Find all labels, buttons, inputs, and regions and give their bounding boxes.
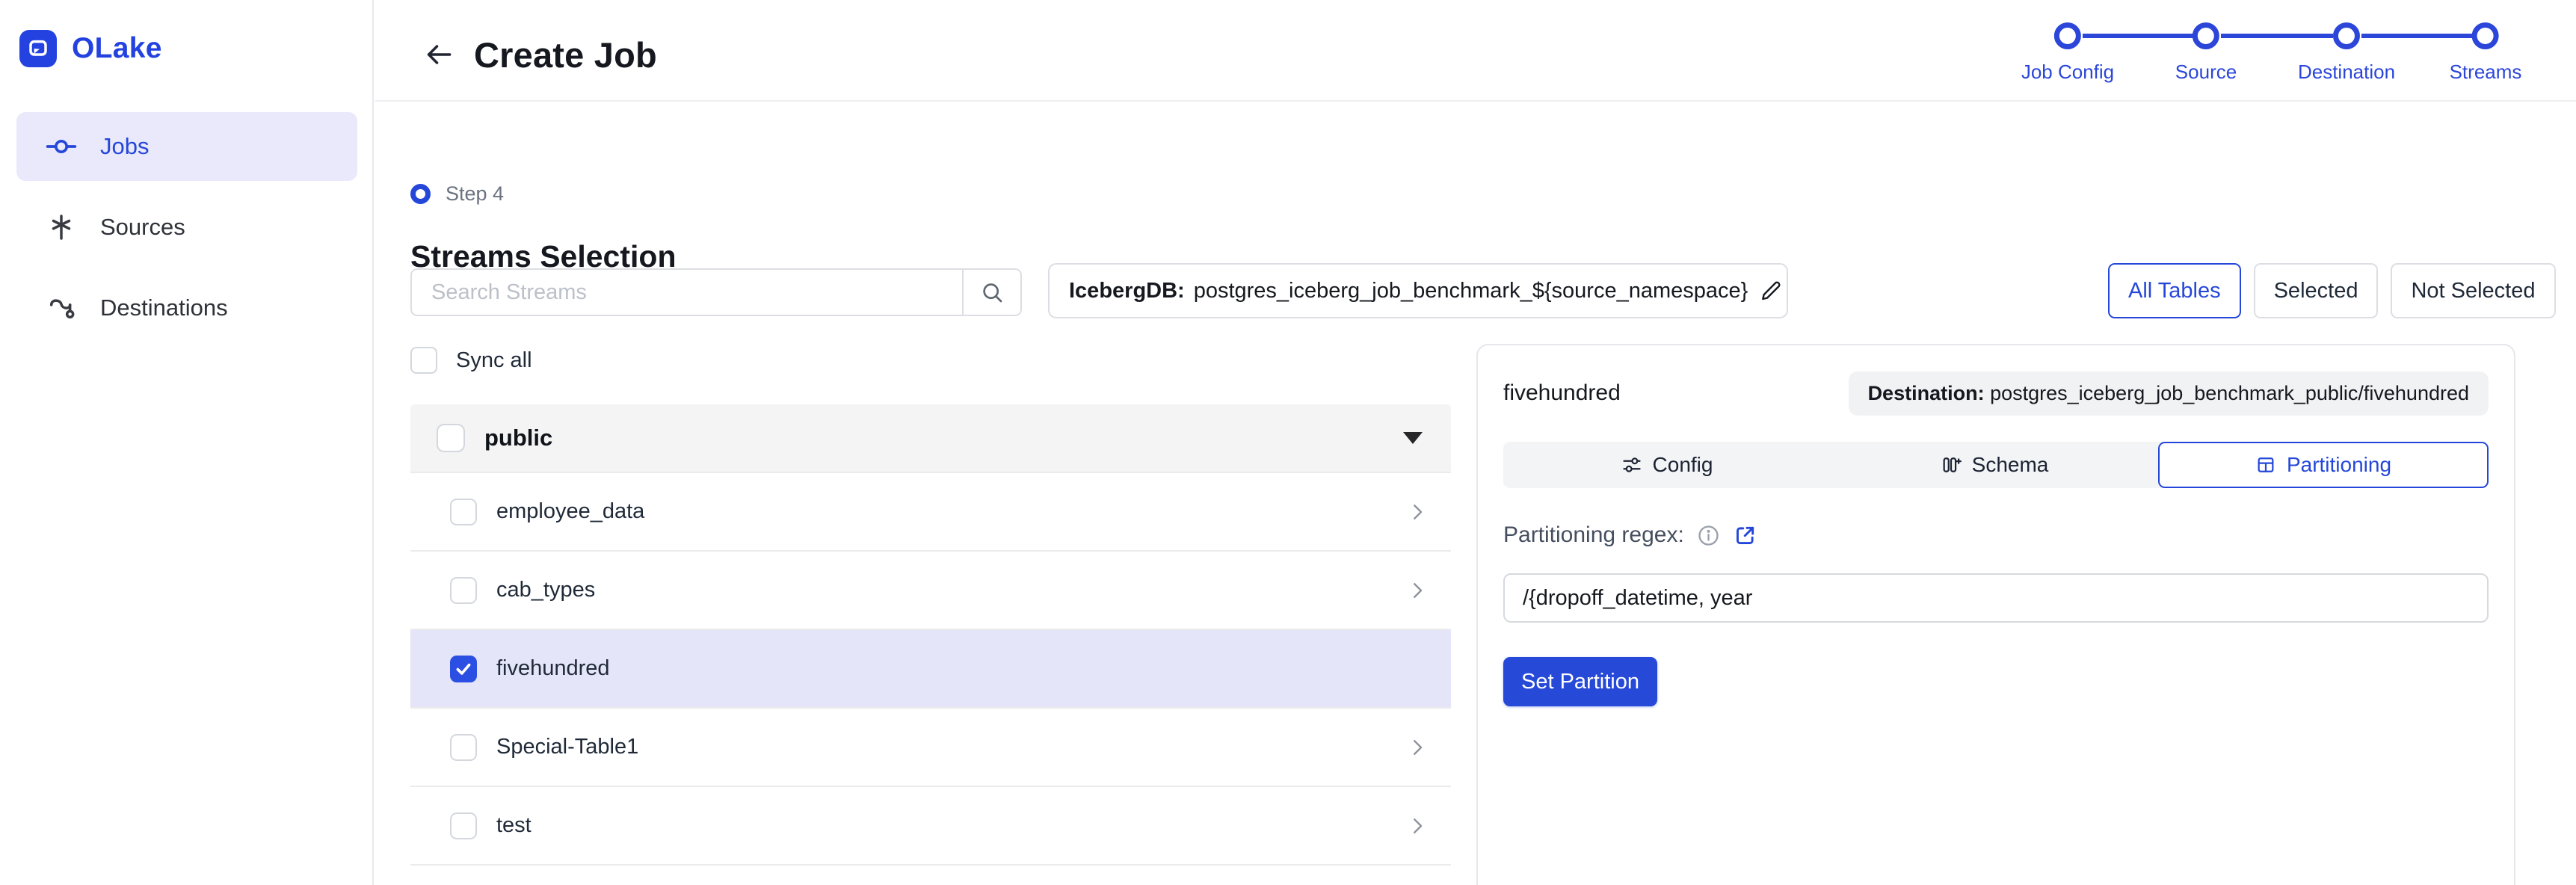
stream-name: cab_types xyxy=(496,578,595,602)
schema-group-checkbox[interactable] xyxy=(437,424,465,452)
stream-row-cab-types[interactable]: cab_types xyxy=(410,550,1451,629)
filter-all-tables-button[interactable]: All Tables xyxy=(2108,263,2241,318)
step-dot-icon xyxy=(2472,22,2499,49)
stream-detail-panel: fivehundred Destination: postgres_iceber… xyxy=(1476,344,2515,885)
partitioning-regex-input[interactable] xyxy=(1503,573,2489,623)
tab-label: Config xyxy=(1653,453,1713,477)
search-input[interactable] xyxy=(412,270,962,315)
tab-label: Schema xyxy=(1972,453,2049,477)
page-header: Create Job Job Config Source Destination… xyxy=(375,0,2576,102)
step-dot-icon xyxy=(2054,22,2081,49)
detail-header: fivehundred Destination: postgres_iceber… xyxy=(1503,372,2489,414)
stream-search-box xyxy=(410,268,1022,316)
schema-group-name: public xyxy=(484,425,552,451)
stream-row-fivehundred[interactable]: fivehundred xyxy=(410,629,1451,707)
tab-schema[interactable]: Schema xyxy=(1831,442,2158,488)
detail-stream-name: fivehundred xyxy=(1503,380,1621,406)
stream-checkbox[interactable] xyxy=(450,734,477,761)
olake-logo-icon xyxy=(19,30,57,67)
stream-name: Special-Table1 xyxy=(496,735,638,759)
step-label: Streams xyxy=(2450,61,2522,84)
step-indicator: Step 4 xyxy=(410,182,504,206)
sidebar-item-label: Destinations xyxy=(100,295,228,321)
stepper-step-job-config[interactable]: Job Config xyxy=(2021,22,2114,84)
iceberg-namespace-field[interactable]: IcebergDB: postgres_iceberg_job_benchmar… xyxy=(1048,263,1788,318)
partitioning-regex-row: Partitioning regex: xyxy=(1503,522,2489,548)
tab-partitioning[interactable]: Partitioning xyxy=(2158,442,2489,488)
filter-selected-button[interactable]: Selected xyxy=(2254,263,2379,318)
chevron-right-icon[interactable] xyxy=(1406,579,1429,602)
page-title: Create Job xyxy=(474,34,657,75)
search-button[interactable] xyxy=(962,270,1020,315)
stream-checkbox[interactable] xyxy=(450,577,477,604)
namespace-value: postgres_iceberg_job_benchmark_${source_… xyxy=(1194,279,1748,303)
destination-badge-value: postgres_iceberg_job_benchmark_public/fi… xyxy=(1985,382,2469,404)
stream-list: public employee_data cab_types fivehundr… xyxy=(410,404,1451,881)
stream-checkbox-checked[interactable] xyxy=(450,656,477,682)
chevron-right-icon[interactable] xyxy=(1406,815,1429,837)
filter-not-selected-button[interactable]: Not Selected xyxy=(2391,263,2555,318)
stream-row-test[interactable]: test xyxy=(410,786,1451,864)
partitioning-regex-label: Partitioning regex: xyxy=(1503,522,1684,548)
sync-all-checkbox[interactable] xyxy=(410,347,437,374)
brand-name: OLake xyxy=(72,32,162,65)
set-partition-button[interactable]: Set Partition xyxy=(1503,657,1657,706)
stream-row-partial xyxy=(410,864,1451,881)
stream-name: test xyxy=(496,813,531,838)
sidebar-item-label: Sources xyxy=(100,214,185,241)
chevron-right-icon[interactable] xyxy=(1406,736,1429,759)
sync-all-row: Sync all xyxy=(410,347,532,374)
destination-badge-label: Destination: xyxy=(1868,382,1985,404)
config-sliders-icon xyxy=(1621,454,1642,475)
sidebar-nav: Jobs Sources Destination xyxy=(16,112,357,342)
table-filter-group: All Tables Selected Not Selected xyxy=(2108,263,2556,318)
jobs-icon xyxy=(45,130,78,163)
stepper-step-destination[interactable]: Destination xyxy=(2298,22,2395,84)
sidebar-item-jobs[interactable]: Jobs xyxy=(16,112,357,181)
tab-config[interactable]: Config xyxy=(1503,442,1831,488)
stream-checkbox[interactable] xyxy=(450,812,477,839)
step-ring-icon xyxy=(410,184,431,204)
step-dot-icon xyxy=(2193,22,2219,49)
sidebar-item-destinations[interactable]: Destinations xyxy=(16,274,357,342)
check-icon xyxy=(454,659,473,679)
step-label: Job Config xyxy=(2021,61,2114,84)
sidebar-item-sources[interactable]: Sources xyxy=(16,193,357,262)
stream-name: employee_data xyxy=(496,499,644,524)
step-number-label: Step 4 xyxy=(446,182,504,206)
destination-badge: Destination: postgres_iceberg_job_benchm… xyxy=(1849,371,2489,416)
destinations-icon xyxy=(45,292,78,324)
partitioning-grid-icon xyxy=(2255,454,2276,475)
back-button[interactable] xyxy=(422,37,456,72)
brand-logo[interactable]: OLake xyxy=(19,30,162,67)
detail-tab-bar: Config Schema Partitioning xyxy=(1503,442,2489,488)
namespace-label: IcebergDB: xyxy=(1069,279,1185,303)
stream-row-employee-data[interactable]: employee_data xyxy=(410,472,1451,550)
chevron-right-icon[interactable] xyxy=(1406,501,1429,523)
step-dot-icon xyxy=(2333,22,2360,49)
stepper-step-streams[interactable]: Streams xyxy=(2450,22,2522,84)
schema-group-header[interactable]: public xyxy=(410,404,1451,472)
sources-icon xyxy=(45,211,78,244)
sidebar-item-label: Jobs xyxy=(100,133,149,160)
stepper-step-source[interactable]: Source xyxy=(2175,22,2237,84)
step-label: Destination xyxy=(2298,61,2395,84)
sync-all-label: Sync all xyxy=(456,348,532,373)
external-link-icon[interactable] xyxy=(1733,523,1757,548)
step-label: Source xyxy=(2175,61,2237,84)
schema-columns-icon xyxy=(1941,454,1962,475)
app-window: OLake Jobs Sources xyxy=(0,0,2576,885)
sidebar: OLake Jobs Sources xyxy=(0,0,374,885)
stream-row-special-table1[interactable]: Special-Table1 xyxy=(410,707,1451,786)
tab-label: Partitioning xyxy=(2287,453,2391,477)
stream-name: fivehundred xyxy=(496,656,610,681)
edit-pencil-icon[interactable] xyxy=(1760,280,1782,302)
collapse-caret-icon[interactable] xyxy=(1403,432,1423,444)
stream-checkbox[interactable] xyxy=(450,499,477,525)
info-icon[interactable] xyxy=(1697,524,1720,547)
search-icon xyxy=(980,280,1004,304)
